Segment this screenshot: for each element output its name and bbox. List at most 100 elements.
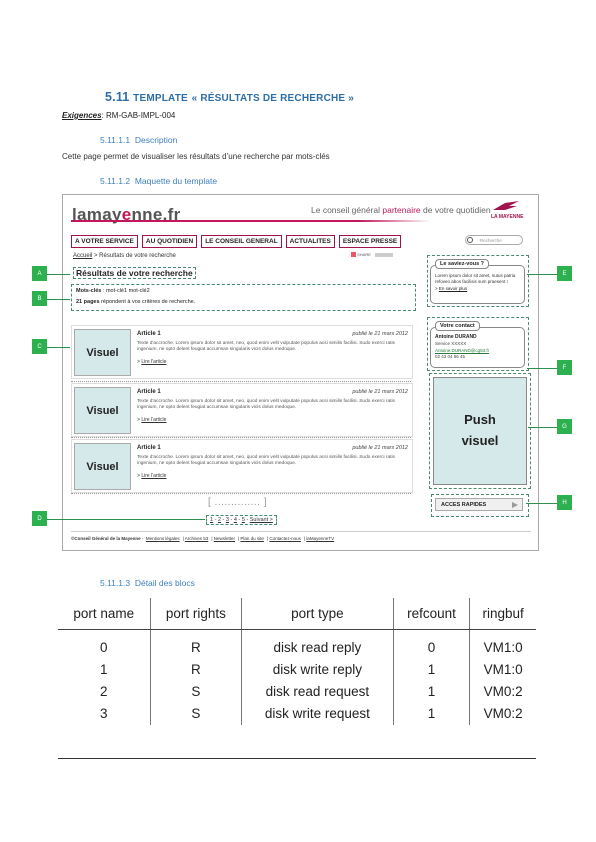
article-date: publié le 21 mars 2012 [352, 331, 408, 337]
table-row: 3 S disk write request 1 VM0:2 [58, 702, 536, 725]
subheading-number: 5.11.1.1 [100, 135, 131, 145]
table-cell: disk read reply [241, 629, 394, 659]
next-page-link[interactable]: Suivant > [250, 517, 273, 523]
footer-link[interactable]: laMayenneTV [306, 536, 334, 541]
article-link[interactable]: > Lire l'article [137, 473, 166, 479]
marker-f: F [557, 360, 572, 375]
contact-title: Votre contact [435, 321, 480, 331]
social-icons [375, 252, 394, 257]
table-cell: 2 [100, 684, 108, 699]
subheading-blocks: 5.11.1.3 Détail des blocs [100, 578, 195, 588]
article-text: Texte d'accroche. Lorem ipsum dolor sit … [137, 399, 395, 411]
table-cell: disk write reply [241, 658, 394, 681]
footer-link[interactable]: Newsletter [214, 536, 235, 541]
page-link[interactable]: 1 [210, 517, 213, 523]
nav-item[interactable]: ACTUALITES [285, 235, 335, 248]
table-cell: VM1:0 [469, 658, 536, 681]
article-link[interactable]: > Lire l'article [137, 417, 166, 423]
know-link[interactable]: > En savoir plus [431, 285, 524, 292]
subheading-title: Détail des blocs [134, 578, 195, 588]
table-cell: 1 [392, 680, 470, 703]
table-cell: S [149, 702, 242, 725]
table-cell: VM0:2 [469, 702, 536, 725]
contact-email[interactable]: Antoine.DURAND@cg53.fr [431, 347, 524, 354]
table-cell: R [149, 658, 242, 681]
marker-h: H [557, 495, 572, 510]
footer-link[interactable]: Plan du site [240, 536, 264, 541]
page-link[interactable]: 3 [226, 517, 229, 523]
column-header: port rights [149, 598, 242, 630]
column-header: port name [58, 598, 151, 630]
share-bar[interactable]: SHARE [351, 252, 394, 258]
share-icon [351, 252, 356, 258]
section-title-rest: « Résultats de recherche » [191, 93, 355, 104]
table-cell: 1 [392, 702, 470, 725]
page-link[interactable]: 5 [242, 517, 245, 523]
site-slogan: Le conseil général partenaire de votre q… [311, 205, 491, 215]
marker-g: G [557, 419, 572, 434]
article-text: Texte d'accroche. Lorem ipsum dolor sit … [137, 455, 395, 467]
description-text: Cette page permet de visualiser les résu… [62, 152, 330, 161]
article-title[interactable]: Article 1 [137, 445, 161, 451]
push-visual[interactable]: Push visuel [433, 377, 527, 485]
pager-bracket: [ .............. ] [208, 497, 268, 508]
nav-item[interactable]: AU QUOTIDIEN [141, 235, 198, 248]
section-title-word: Template [133, 93, 188, 104]
know-box: Lorem ipsum dolor sit amet, nutus patria… [430, 265, 525, 304]
table-cell: VM0:2 [469, 680, 536, 703]
site-logo: lamayenne.fr [72, 205, 181, 224]
article-link[interactable]: > Lire l'article [137, 359, 166, 365]
table-cell: 1 [100, 662, 108, 677]
table-cell: S [149, 680, 242, 703]
nav-item[interactable]: ESPACE PRESSE [338, 235, 402, 248]
table-row: 0 R disk read reply 0 VM1:0 [58, 629, 536, 659]
footer-link[interactable]: Archives 53 [185, 536, 209, 541]
footer-link[interactable]: Contactez-nous [269, 536, 301, 541]
brand-logo: LA MAYENNE [491, 200, 523, 220]
pagination: 1 - 2 - 3 - 4 - 5 - Suivant > [206, 515, 277, 525]
table-cell: disk read request [241, 680, 394, 703]
article-item: Visuel Article 1 publié le 21 mars 2012 … [71, 383, 413, 437]
divider [71, 493, 411, 495]
nav-item[interactable]: A VOTRE SERVICE [71, 235, 138, 248]
marker-a: A [32, 266, 47, 281]
breadcrumb-home[interactable]: Accueil [73, 253, 92, 259]
section-number: 5.11 [105, 90, 130, 104]
know-title: Le saviez-vous ? [435, 259, 490, 269]
article-title[interactable]: Article 1 [137, 389, 161, 395]
leader-line [47, 519, 205, 520]
arrow-right-icon [512, 502, 518, 508]
section-heading: 5.11 Template « Résultats de recherche » [105, 90, 354, 104]
nav-item[interactable]: LE CONSEIL GENERAL [201, 235, 282, 248]
leader-line [47, 299, 70, 300]
search-input[interactable]: Recherche [465, 235, 523, 245]
footer-rule [71, 531, 531, 532]
table-row: 1 R disk write reply 1 VM1:0 [58, 658, 536, 681]
subheading-description: 5.11.1.1 Description [100, 135, 177, 145]
column-header: port type [241, 598, 394, 630]
page-link[interactable]: 4 [234, 517, 237, 523]
page-link[interactable]: 2 [218, 517, 221, 523]
subheading-number: 5.11.1.2 [100, 176, 131, 186]
requirements-line: Exigences: RM-GAB-IMPL-004 [62, 111, 175, 120]
marker-c: C [32, 339, 47, 354]
requirements-value: : RM-GAB-IMPL-004 [101, 111, 176, 120]
article-title[interactable]: Article 1 [137, 331, 161, 337]
subheading-title: Maquette du template [134, 176, 218, 186]
article-visual: Visuel [74, 443, 131, 490]
article-item: Visuel Article 1 publié le 21 mars 2012 … [71, 325, 413, 379]
article-visual: Visuel [74, 329, 131, 376]
leader-line [47, 274, 70, 275]
column-header: refcount [392, 598, 470, 630]
column-header: ringbuf [469, 598, 536, 630]
subheading-number: 5.11.1.3 [100, 578, 131, 588]
contact-box: Antoine DURAND Service XXXXX Antoine.DUR… [430, 327, 525, 368]
leader-line [528, 427, 557, 428]
brand-bird-icon [493, 201, 519, 210]
acces-rapides-button[interactable]: ACCES RAPIDES [435, 498, 523, 511]
footer-link[interactable]: Mentions légales [146, 536, 180, 541]
marker-b: B [32, 291, 47, 306]
leader-line [47, 347, 70, 348]
bottom-rule [58, 758, 536, 759]
leader-line [526, 503, 557, 504]
